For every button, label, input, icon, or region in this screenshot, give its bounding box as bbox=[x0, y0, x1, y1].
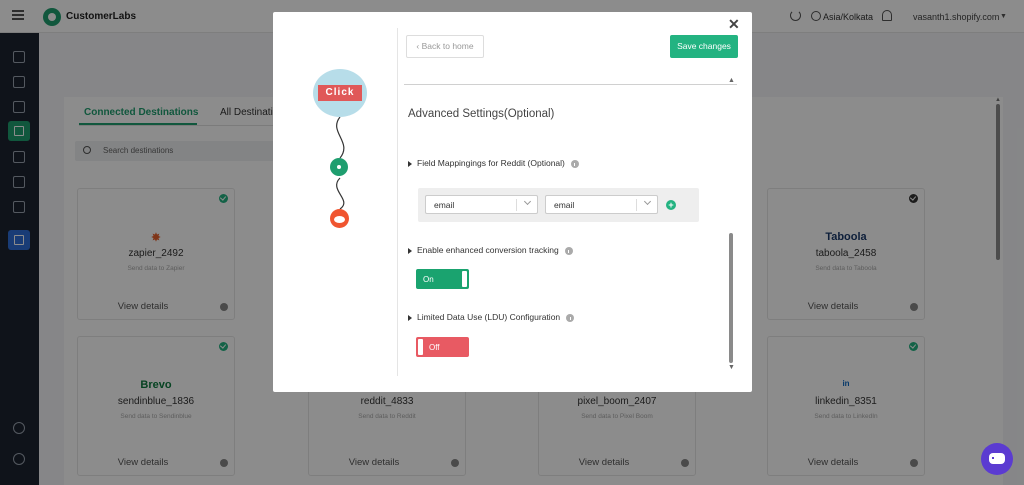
scroll-down-arrow[interactable]: ▼ bbox=[728, 364, 735, 371]
advanced-settings-title: Advanced Settings(Optional) bbox=[408, 108, 555, 120]
select-separator bbox=[516, 199, 517, 211]
toggle-on-label: On bbox=[423, 275, 434, 284]
save-changes-button[interactable]: Save changes bbox=[670, 35, 738, 58]
reddit-icon bbox=[330, 209, 349, 228]
chat-icon bbox=[989, 453, 1005, 464]
ldu-section: Limited Data Use (LDU) Configuration bbox=[408, 312, 575, 322]
info-icon[interactable] bbox=[566, 313, 575, 322]
field-mappings-section[interactable]: Field Mappingings for Reddit (Optional) bbox=[408, 158, 579, 168]
back-label: Back to home bbox=[421, 41, 474, 51]
modal-divider bbox=[397, 28, 398, 376]
info-icon[interactable] bbox=[564, 246, 573, 255]
section-divider bbox=[404, 84, 737, 85]
field-mapping-row: email email + bbox=[418, 188, 699, 222]
enhanced-conversion-label: Enable enhanced conversion tracking bbox=[417, 245, 559, 255]
toggle-knob bbox=[418, 339, 423, 355]
ldu-toggle[interactable]: Off bbox=[416, 337, 469, 357]
source-field-value: email bbox=[434, 200, 455, 210]
chevron-down-icon bbox=[523, 197, 532, 206]
chat-button[interactable] bbox=[981, 443, 1013, 475]
destination-field-select[interactable]: email bbox=[545, 195, 658, 214]
enhanced-conversion-section: Enable enhanced conversion tracking bbox=[408, 245, 573, 255]
source-field-select[interactable]: email bbox=[425, 195, 538, 214]
toggle-knob bbox=[462, 271, 467, 287]
chevron-right-icon bbox=[408, 160, 412, 167]
advanced-settings-modal: ✕ Click ‹ Back to home Save changes ▲ Ad… bbox=[273, 12, 752, 392]
chevron-down-icon bbox=[643, 197, 652, 206]
toggle-off-label: Off bbox=[429, 343, 440, 352]
chevron-right-icon bbox=[408, 314, 412, 321]
select-separator bbox=[636, 199, 637, 211]
gear-icon bbox=[330, 158, 348, 176]
ldu-label: Limited Data Use (LDU) Configuration bbox=[417, 312, 561, 322]
modal-scrollbar[interactable] bbox=[729, 233, 733, 363]
add-mapping-icon[interactable]: + bbox=[666, 200, 676, 210]
close-icon[interactable]: ✕ bbox=[728, 16, 740, 33]
chevron-right-icon bbox=[408, 247, 412, 254]
field-mappings-label: Field Mappingings for Reddit (Optional) bbox=[417, 158, 565, 168]
scroll-up-arrow[interactable]: ▲ bbox=[728, 77, 735, 84]
destination-field-value: email bbox=[554, 200, 575, 210]
enhanced-conversion-toggle[interactable]: On bbox=[416, 269, 469, 289]
back-to-home-button[interactable]: ‹ Back to home bbox=[406, 35, 484, 58]
click-label: Click bbox=[318, 85, 362, 101]
info-icon[interactable] bbox=[570, 159, 579, 168]
